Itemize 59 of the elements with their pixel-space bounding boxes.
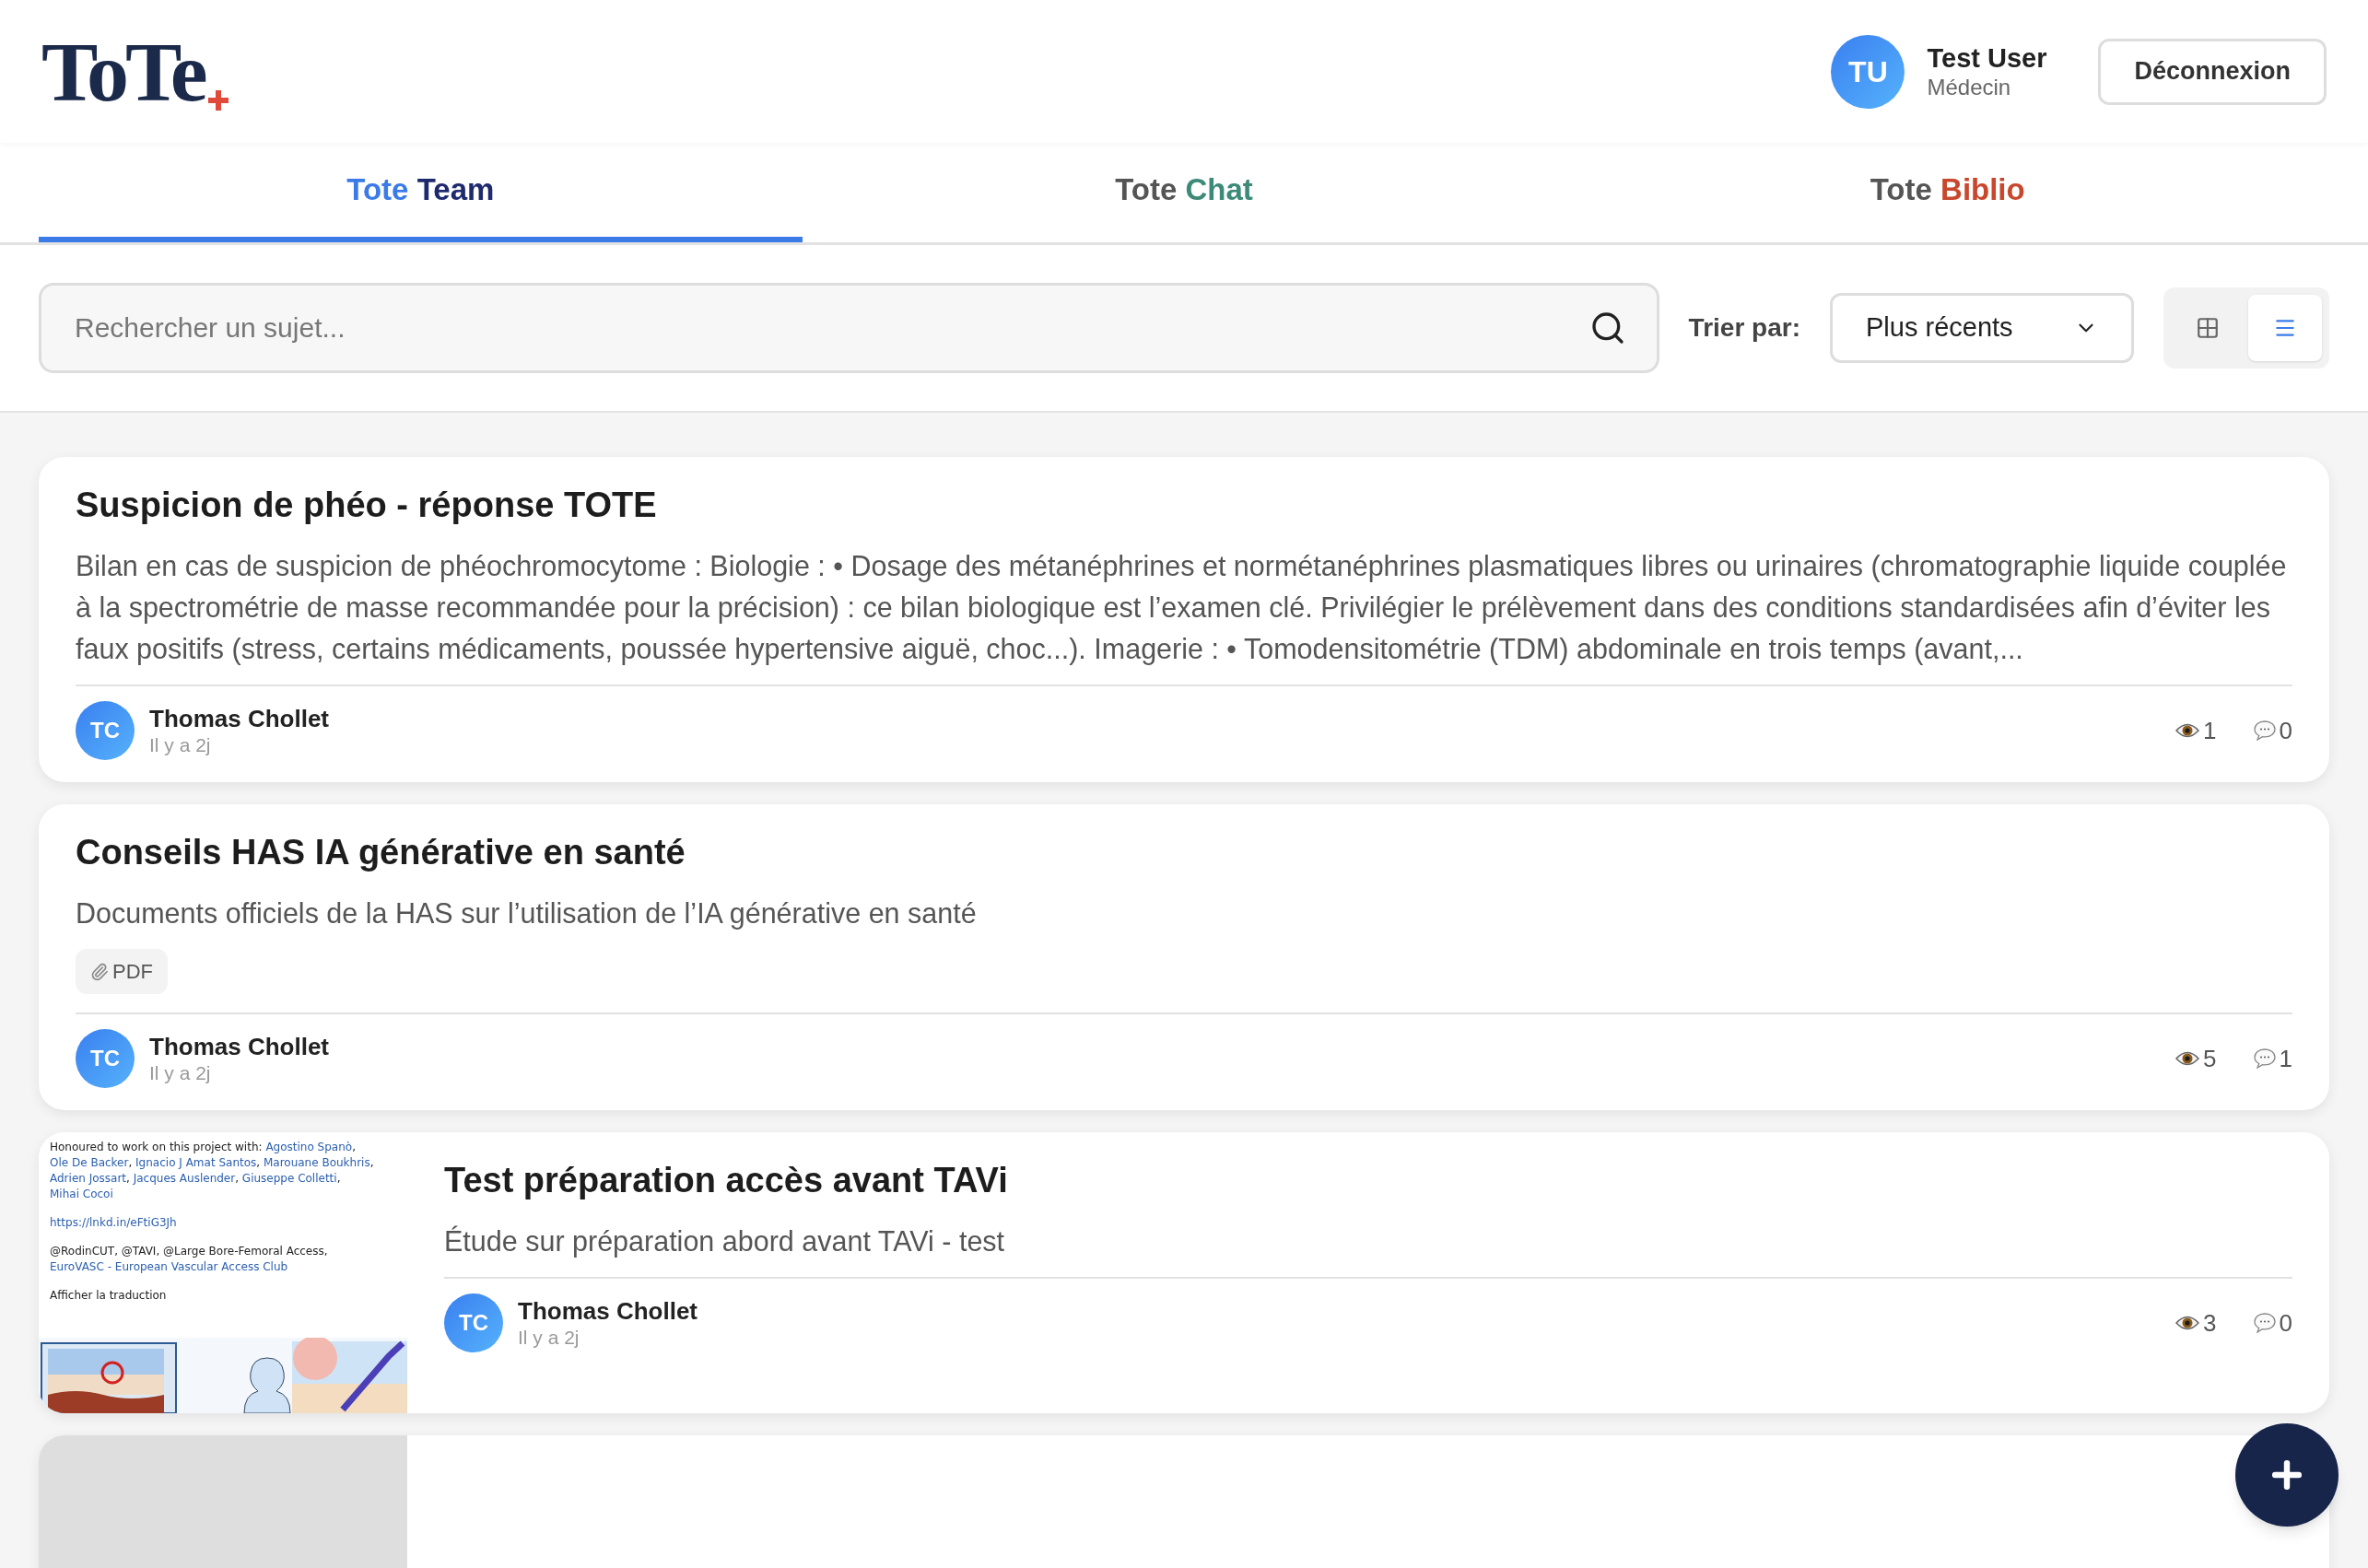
thumbnail-text: , (126, 1172, 131, 1185)
nav-tab[interactable]: Tote Chat (802, 143, 1566, 242)
speech-bubble-icon (2253, 1313, 2276, 1333)
post-card[interactable] (39, 457, 2329, 782)
profile-link[interactable]: Marouane Boukhris (263, 1156, 370, 1169)
author-avatar: TC (76, 701, 135, 760)
eye-icon (2175, 1050, 2200, 1067)
profile-link[interactable]: Jacques Auslender (133, 1172, 236, 1185)
thumbnail-text: , (128, 1156, 134, 1169)
view-count: 1 (2203, 715, 2217, 746)
post-title[interactable]: Conseils HAS IA générative en santé (76, 830, 2292, 874)
author-name: Thomas Chollet (518, 1296, 698, 1326)
grid-icon (2196, 316, 2220, 340)
thumbnail-text: Honoured to work on this project with: (50, 1141, 264, 1153)
post-title[interactable]: Suspicion de phéo - réponse TOTE (76, 483, 2292, 527)
sort-dropdown[interactable]: Plus récents (1830, 293, 2134, 363)
comment-count: 0 (2279, 1307, 2292, 1339)
attachment-tag[interactable]: PDF (76, 949, 168, 994)
thumbnail-text: , (235, 1172, 240, 1185)
logout-button[interactable]: Déconnexion (2098, 38, 2327, 105)
post-time: Il y a 2j (149, 1061, 212, 1085)
author-avatar: TC (76, 1029, 135, 1088)
post-card[interactable]: Conseils HAS IA générative en santé Documents officiels de la HAS sur l’utilisation de l’IA générative en santé PDF TC Thomas Chollet Il y a 2j 5 1 (39, 804, 2329, 1110)
thumbnail-text: @RodinCUT, @TAVI, @Large Bore-Femoral Access, (50, 1245, 328, 1258)
post-time: Il y a 2j (518, 1326, 580, 1350)
post-time: Il y a 2j (149, 733, 212, 757)
comment-count: 1 (2279, 1043, 2292, 1074)
comment-count: 0 (2279, 715, 2292, 746)
view-count: 3 (2203, 1307, 2217, 1339)
eye-icon (2175, 1315, 2200, 1331)
app-logo[interactable]: ToTe (41, 29, 229, 114)
sort-label: Trier par: (1688, 312, 1800, 344)
profile-link[interactable]: Giuseppe Colletti (241, 1172, 337, 1185)
plus-icon (207, 89, 229, 111)
author-name: Thomas Chollet (149, 704, 329, 733)
search-field[interactable]: Rechercher un sujet... (39, 283, 1659, 373)
speech-bubble-icon (2253, 1048, 2276, 1069)
profile-link[interactable]: EuroVASC - European Vascular Access Club (50, 1260, 288, 1273)
view-count: 5 (2203, 1043, 2217, 1074)
author-avatar: TC (444, 1293, 503, 1352)
thumbnail-text: , (336, 1172, 341, 1185)
author-name: Thomas Chollet (149, 1032, 329, 1061)
eye-icon (2175, 722, 2200, 739)
user-name: Test User (1927, 41, 2047, 74)
profile-link[interactable]: https://lnkd.in/eFtiG3Jh (50, 1216, 177, 1229)
post-excerpt: Étude sur préparation abord avant TAVi - test (444, 1224, 1006, 1259)
post-excerpt: Bilan en cas de suspicion de phéochromocytome : Biologie : • Dosage des métanéphrines et normétanéphrines plasmatiques libres ou urinaires (chromatographie liquide couplée à la spectrométrie de masse recommandée pour la précision) : ce bilan biologique est l’examen clé. Privilégier le prélèvement dans des conditions standardisées afin d’éviter les faux positifs (stress, certains médicaments, poussée hypertensive aiguë, choc...). Imagerie : • Tomodensitométrie (TDM) abdominale en trois temps (avant,... (76, 549, 2288, 667)
nav-tab[interactable]: Tote Biblio (1565, 143, 2329, 242)
thumbnail-text: Afficher la traduction (50, 1289, 167, 1302)
post-title[interactable]: Test préparation accès avant TAVi (444, 1158, 2292, 1202)
thumbnail-text: , (256, 1156, 262, 1169)
user-role: Médecin (1927, 73, 2012, 101)
profile-link[interactable]: Ole De Backer (50, 1156, 129, 1169)
speech-bubble-icon (2253, 720, 2276, 741)
paperclip-icon (90, 962, 109, 981)
profile-link[interactable]: Mihai Cocoi (50, 1188, 113, 1200)
thumbnail-text: , (369, 1156, 374, 1169)
thumbnail-text: , (352, 1141, 356, 1153)
post-excerpt: Documents officiels de la HAS sur l’utilisation de l’IA générative en santé (76, 896, 978, 931)
